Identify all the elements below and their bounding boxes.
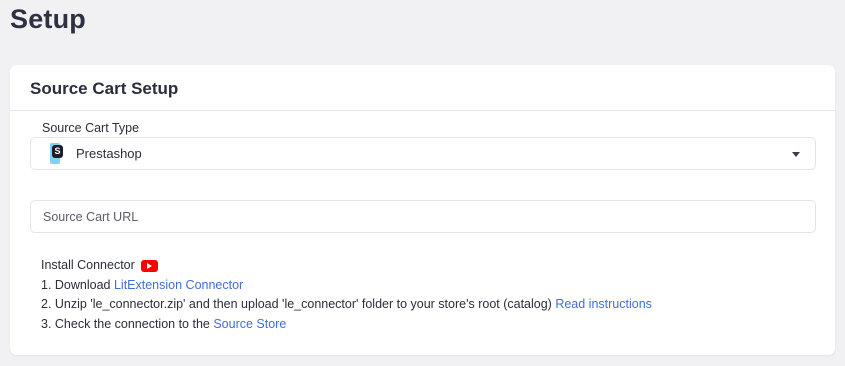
connector-step-2: 2. Unzip 'le_connector.zip' and then upl… [41, 295, 652, 315]
install-connector-section: Install Connector 1. Download LitExtensi… [41, 256, 652, 334]
connector-step-3: 3. Check the connection to the Source St… [41, 315, 652, 335]
litextension-connector-link[interactable]: LitExtension Connector [114, 278, 243, 292]
step-2-text: 2. Unzip 'le_connector.zip' and then upl… [41, 297, 556, 311]
step-1-text: 1. Download [41, 277, 114, 292]
source-cart-setup-card: Source Cart Setup Source Cart Type S Pre… [10, 65, 835, 355]
install-connector-heading: Install Connector [41, 256, 652, 276]
step-3-text: 3. Check the connection to the [41, 316, 214, 331]
source-store-link[interactable]: Source Store [213, 317, 286, 331]
youtube-icon[interactable] [140, 259, 158, 272]
source-cart-url-input[interactable] [30, 200, 816, 233]
install-connector-title: Install Connector [41, 258, 135, 272]
source-cart-type-select[interactable]: S Prestashop [30, 137, 816, 170]
source-cart-type-label: Source Cart Type [42, 121, 140, 135]
page-title: Setup [10, 4, 87, 34]
chevron-down-icon [792, 152, 800, 157]
card-title: Source Cart Setup [30, 79, 179, 98]
prestashop-logo-icon: S [50, 143, 64, 164]
card-header: Source Cart Setup [10, 65, 835, 111]
source-cart-type-value: Prestashop [76, 146, 142, 161]
read-instructions-link[interactable]: Read instructions [555, 297, 652, 311]
connector-step-1: 1. Download LitExtension Connector [41, 276, 652, 296]
